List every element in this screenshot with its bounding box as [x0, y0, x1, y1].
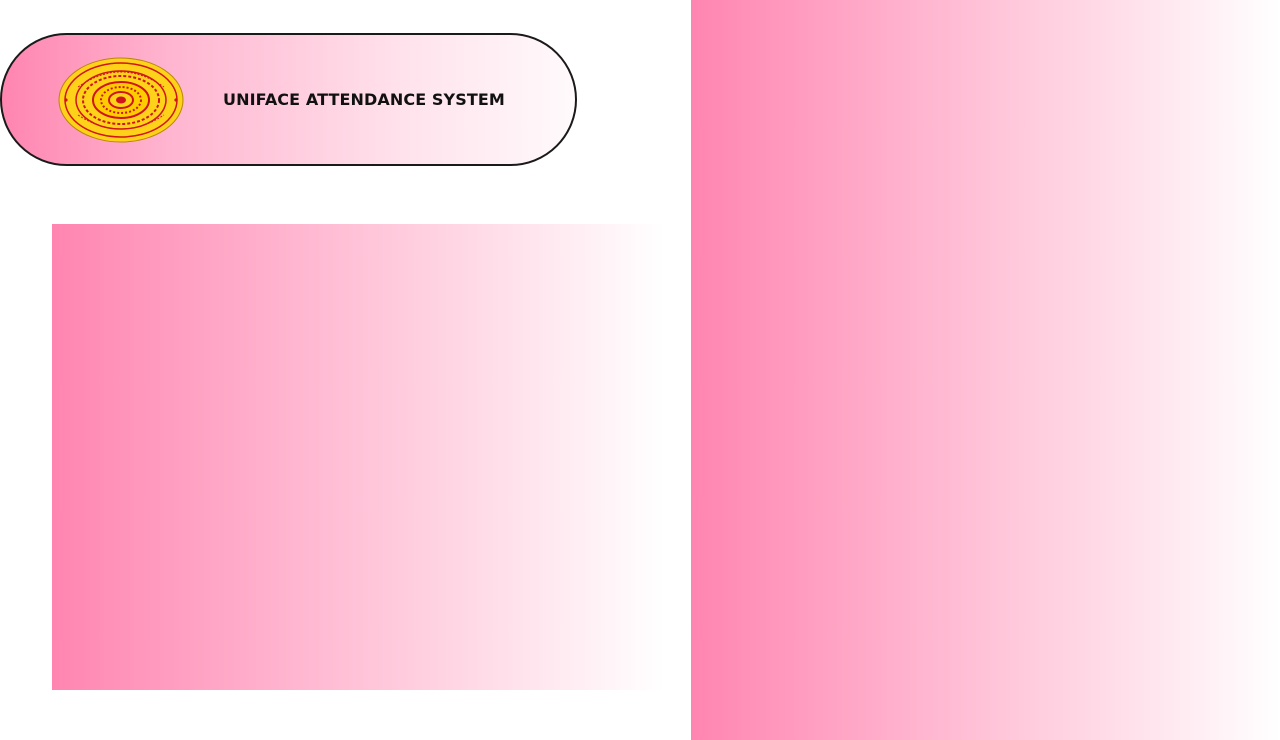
main-content-panel [52, 224, 664, 690]
side-panel [691, 0, 1280, 740]
header-banner: UNIFACE ATTENDANCE SYSTEM [0, 33, 577, 166]
app-title: UNIFACE ATTENDANCE SYSTEM [223, 90, 505, 109]
app-window: UNIFACE ATTENDANCE SYSTEM [0, 0, 1280, 740]
university-emblem-icon [58, 57, 184, 143]
